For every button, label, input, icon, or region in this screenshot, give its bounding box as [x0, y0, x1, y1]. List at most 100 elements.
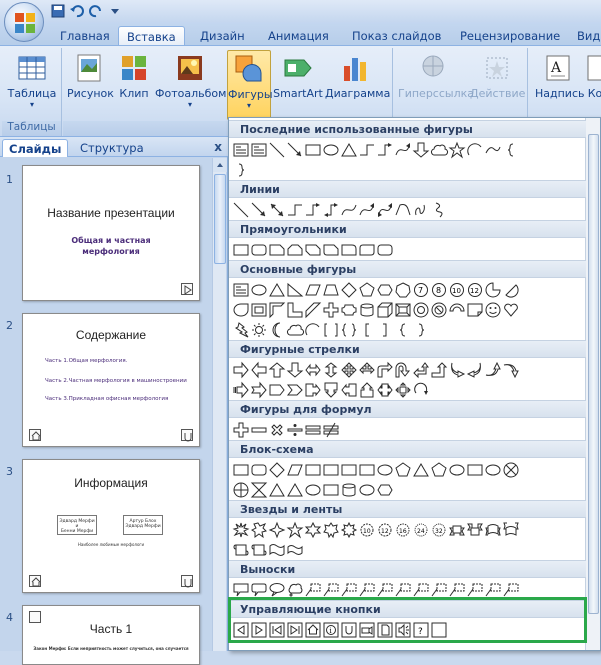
tab-outline[interactable]: Структура — [74, 139, 150, 157]
pentagon-shape-icon[interactable] — [430, 460, 448, 480]
undo-icon[interactable] — [69, 3, 85, 19]
triangle-shape-icon[interactable] — [412, 460, 430, 480]
star24-shape-icon[interactable]: 24 — [412, 520, 430, 540]
parallelogram-shape-icon[interactable] — [286, 460, 304, 480]
multiply-shape-icon[interactable] — [268, 420, 286, 440]
lrcallout-shape-icon[interactable] — [376, 380, 394, 400]
upcallout-shape-icon[interactable] — [358, 380, 376, 400]
moon-shape-icon[interactable] — [268, 320, 286, 340]
ellipse-shape-icon[interactable] — [304, 480, 322, 500]
circlex-shape-icon[interactable] — [502, 460, 520, 480]
lbracket-shape-icon[interactable] — [358, 320, 376, 340]
slide-thumbnail-2[interactable]: Содержание Часть 1.Общая мерфология. Час… — [22, 313, 200, 447]
udarrow-shape-icon[interactable] — [322, 360, 340, 380]
scroll-shape-icon[interactable] — [232, 540, 250, 560]
curvr-shape-icon[interactable] — [448, 360, 466, 380]
lshape-shape-icon[interactable] — [286, 300, 304, 320]
round2-shape-icon[interactable] — [358, 240, 376, 260]
tab-slides[interactable]: Слайды — [2, 139, 69, 157]
slides-scrollbar[interactable] — [212, 158, 227, 651]
chevron-shape-icon[interactable] — [286, 380, 304, 400]
clip-button[interactable]: Клип — [115, 52, 153, 100]
arc2-shape-icon[interactable] — [484, 140, 502, 160]
hyperlink-button[interactable]: Гиперссылка — [398, 52, 474, 100]
bentarrow-shape-icon[interactable] — [376, 360, 394, 380]
slide-thumbnail-4[interactable]: Часть 1 Закон Мерфи: Если неприятность м… — [22, 605, 200, 665]
rect-shape-icon[interactable] — [232, 460, 250, 480]
num7-shape-icon[interactable]: 7 — [412, 280, 430, 300]
notequal-shape-icon[interactable] — [322, 420, 340, 440]
ribbon-shape-icon[interactable] — [448, 520, 466, 540]
triangle-shape-icon[interactable] — [340, 140, 358, 160]
heptagon-shape-icon[interactable] — [394, 280, 412, 300]
ribbon4-shape-icon[interactable] — [502, 520, 520, 540]
downarrow-shape-icon[interactable] — [286, 360, 304, 380]
rect-shape-icon[interactable] — [304, 460, 322, 480]
rect-shape-icon[interactable] — [358, 460, 376, 480]
tab-review[interactable]: Рецензирование — [452, 26, 568, 46]
curvd-shape-icon[interactable] — [502, 360, 520, 380]
cube-shape-icon[interactable] — [376, 300, 394, 320]
boxA-shape-icon[interactable] — [250, 140, 268, 160]
triangle-shape-icon[interactable] — [268, 280, 286, 300]
gallery-scroll-thumb[interactable] — [588, 134, 599, 614]
snip2-shape-icon[interactable] — [286, 240, 304, 260]
star12-shape-icon[interactable]: 12 — [376, 520, 394, 540]
close-icon[interactable]: x — [214, 140, 222, 154]
dblwave-shape-icon[interactable] — [286, 540, 304, 560]
hexagon-shape-icon[interactable] — [376, 280, 394, 300]
num10-shape-icon[interactable]: 10 — [448, 280, 466, 300]
rbracket-shape-icon[interactable] — [376, 320, 394, 340]
arc-shape-icon[interactable] — [304, 320, 322, 340]
slide-thumbnail-1[interactable]: Название презентации Общая и частная мер… — [22, 165, 200, 301]
bracketpair-shape-icon[interactable] — [322, 320, 340, 340]
leftarrow-shape-icon[interactable] — [250, 360, 268, 380]
star16-shape-icon[interactable]: 16 — [394, 520, 412, 540]
can-shape-icon[interactable] — [340, 480, 358, 500]
diamond-shape-icon[interactable] — [340, 280, 358, 300]
quadcallout-shape-icon[interactable] — [394, 380, 412, 400]
action-button[interactable]: Действие — [470, 52, 525, 100]
foldedcorner-shape-icon[interactable] — [466, 300, 484, 320]
elbow-shape-icon[interactable] — [358, 140, 376, 160]
wave-shape-icon[interactable] — [268, 540, 286, 560]
diagstripe-shape-icon[interactable] — [304, 300, 322, 320]
save-icon[interactable] — [50, 3, 66, 19]
can-shape-icon[interactable] — [358, 300, 376, 320]
curvearrow-shape-icon[interactable] — [358, 200, 376, 220]
sun-shape-icon[interactable] — [250, 320, 268, 340]
donut-shape-icon[interactable] — [412, 300, 430, 320]
circulararrow-shape-icon[interactable] — [412, 380, 430, 400]
plus-shape-icon[interactable] — [232, 420, 250, 440]
cloud-shape-icon[interactable] — [286, 320, 305, 340]
downcallout-shape-icon[interactable] — [322, 380, 340, 400]
triangle-shape-icon[interactable] — [286, 480, 304, 500]
curve-shape-icon[interactable] — [340, 200, 358, 220]
elbowarrow-shape-icon[interactable] — [376, 140, 394, 160]
freeform-shape-icon[interactable] — [394, 200, 412, 220]
parallelogram-shape-icon[interactable] — [304, 280, 322, 300]
rect-shape-icon[interactable] — [322, 460, 340, 480]
tab-home[interactable]: Главная — [52, 26, 118, 46]
curvedbl-shape-icon[interactable] — [376, 200, 394, 220]
curvl-shape-icon[interactable] — [466, 360, 484, 380]
arc-shape-icon[interactable] — [466, 140, 484, 160]
table-button[interactable]: Таблица ▾ — [6, 52, 58, 109]
slide-thumbnail-3[interactable]: Информация Эдвард Мерфи и Бенни Мерфи Ар… — [22, 459, 200, 593]
smiley-shape-icon[interactable] — [484, 300, 502, 320]
bracepair-shape-icon[interactable] — [340, 320, 358, 340]
arrowline-shape-icon[interactable] — [250, 200, 268, 220]
chart-button[interactable]: Диаграмма — [325, 52, 390, 100]
redo-icon[interactable] — [88, 3, 104, 19]
diamond-shape-icon[interactable] — [268, 460, 286, 480]
bevel-shape-icon[interactable] — [394, 300, 412, 320]
teardrop-shape-icon[interactable] — [232, 300, 250, 320]
stripedarrow-shape-icon[interactable] — [232, 380, 250, 400]
gallery-scrollbar[interactable] — [585, 118, 600, 650]
scroll-shape-icon[interactable] — [250, 540, 268, 560]
star6-shape-icon[interactable] — [304, 520, 322, 540]
qat-dropdown-icon[interactable] — [107, 3, 123, 19]
heart-shape-icon[interactable] — [502, 300, 520, 320]
minus-shape-icon[interactable] — [250, 420, 268, 440]
arrowline-shape-icon[interactable] — [286, 140, 304, 160]
